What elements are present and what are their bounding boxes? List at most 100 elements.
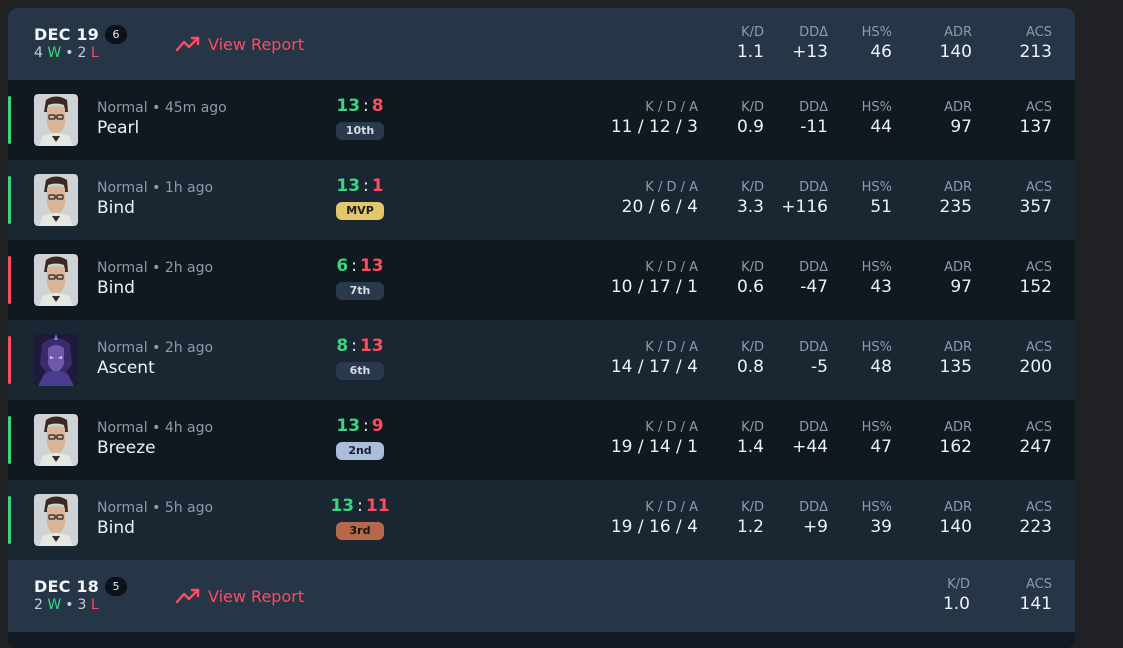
map-name: Bind xyxy=(97,278,135,298)
hs-label: HS% xyxy=(861,100,892,115)
acs-value: 137 xyxy=(1019,117,1052,137)
acs-value: 357 xyxy=(1019,197,1052,217)
adr-label: ADR xyxy=(944,100,972,115)
dd-value: +44 xyxy=(792,437,828,457)
match-row[interactable]: Normal • 5h ago Bind 13:11 3rd K / D / A 19 /… xyxy=(8,480,1075,560)
match-acs: ACS 357 xyxy=(1006,180,1052,218)
day-date: DEC 19 xyxy=(34,25,99,44)
acs-value: 247 xyxy=(1019,437,1052,457)
match-kd: K/D 3.3 xyxy=(720,180,764,218)
score-team: 8 xyxy=(336,336,349,356)
match-adr: ADR 135 xyxy=(926,340,972,378)
acs-label: ACS xyxy=(1026,420,1052,435)
day-date: DEC 18 xyxy=(34,577,99,596)
hs-value: 44 xyxy=(870,117,892,137)
adr-label: ADR xyxy=(944,340,972,355)
match-meta: Normal • 2h ago xyxy=(97,340,214,356)
acs-label: ACS xyxy=(1026,500,1052,515)
match-acs: ACS 223 xyxy=(1006,500,1052,538)
view-report-button[interactable]: View Report xyxy=(176,33,304,55)
agent-avatar xyxy=(34,174,78,226)
map-name: Bind xyxy=(97,518,135,538)
match-score: 13:11 xyxy=(318,496,402,516)
kd-value: 0.9 xyxy=(736,117,764,137)
adr-value: 97 xyxy=(950,117,972,137)
score-separator: : xyxy=(351,336,357,356)
adr-label: ADR xyxy=(944,500,972,515)
score-separator: : xyxy=(351,256,357,276)
losses-letter: L xyxy=(90,597,99,613)
kda-label: K / D / A xyxy=(645,180,698,195)
acs-value: 223 xyxy=(1019,517,1052,537)
result-indicator xyxy=(8,256,11,304)
placement-badge: MVP xyxy=(336,202,384,220)
view-report-button[interactable]: View Report xyxy=(176,585,304,607)
match-kda: K / D / A 14 / 17 / 4 xyxy=(568,340,698,378)
agent-avatar xyxy=(34,94,78,146)
kda-value: 10 / 17 / 1 xyxy=(610,277,698,297)
day-record: 2 W • 3 L xyxy=(34,597,99,613)
adr-label: ADR xyxy=(944,420,972,435)
kda-value: 14 / 17 / 4 xyxy=(610,357,698,377)
acs-value: 152 xyxy=(1019,277,1052,297)
kd-label: K/D xyxy=(741,100,764,115)
day-kd: K/D 1.0 xyxy=(926,577,970,615)
match-hs: HS% 44 xyxy=(848,100,892,138)
kda-label: K / D / A xyxy=(645,420,698,435)
match-hs: HS% 39 xyxy=(848,500,892,538)
dd-value: +13 xyxy=(792,42,828,62)
match-history-panel: DEC 19 6 4 W • 2 L View Report K/D 1.1 DDΔ… xyxy=(8,8,1075,648)
match-kda: K / D / A 19 / 14 / 1 xyxy=(568,420,698,458)
adr-value: 140 xyxy=(939,42,972,62)
result-indicator xyxy=(8,416,11,464)
match-acs: ACS 152 xyxy=(1006,260,1052,298)
match-row[interactable]: Normal • 1h ago Bind 13:1 MVP K / D / A 20 / … xyxy=(8,160,1075,240)
hs-label: HS% xyxy=(861,420,892,435)
score-enemy: 13 xyxy=(359,336,384,356)
kda-label: K / D / A xyxy=(645,100,698,115)
match-meta: Normal • 45m ago xyxy=(97,100,227,116)
acs-label: ACS xyxy=(1026,100,1052,115)
day-hs: HS% 46 xyxy=(848,25,892,63)
match-row[interactable]: Normal • 45m ago Pearl 13:8 10th K / D / A 11… xyxy=(8,80,1075,160)
kda-label: K / D / A xyxy=(645,500,698,515)
day-dd: DDΔ +13 xyxy=(778,25,828,63)
match-kd: K/D 0.6 xyxy=(720,260,764,298)
adr-value: 162 xyxy=(939,437,972,457)
match-row[interactable]: Normal • 2h ago Bind 6:13 7th K / D / A 10 / … xyxy=(8,240,1075,320)
kd-value: 1.0 xyxy=(942,594,970,614)
acs-value: 200 xyxy=(1019,357,1052,377)
dd-value: +9 xyxy=(802,517,828,537)
match-hs: HS% 43 xyxy=(848,260,892,298)
kd-label: K/D xyxy=(947,577,970,592)
wins-letter: W xyxy=(47,597,62,613)
kd-label: K/D xyxy=(741,500,764,515)
kd-value: 0.6 xyxy=(736,277,764,297)
hs-value: 39 xyxy=(870,517,892,537)
score-team: 13 xyxy=(336,176,361,196)
kda-value: 20 / 6 / 4 xyxy=(621,197,698,217)
dd-label: DDΔ xyxy=(799,180,828,195)
match-count-badge: 5 xyxy=(105,577,127,596)
dd-label: DDΔ xyxy=(799,340,828,355)
day-record: 4 W • 2 L xyxy=(34,45,99,61)
match-adr: ADR 140 xyxy=(926,500,972,538)
score-enemy: 8 xyxy=(371,96,384,116)
match-row[interactable]: Normal • 2h ago Ascent 8:13 6th K / D / A 14 … xyxy=(8,320,1075,400)
kd-value: 0.8 xyxy=(736,357,764,377)
placement-badge: 6th xyxy=(336,362,384,380)
match-kda: K / D / A 11 / 12 / 3 xyxy=(568,100,698,138)
match-score: 6:13 xyxy=(318,256,402,276)
match-adr: ADR 162 xyxy=(926,420,972,458)
adr-value: 140 xyxy=(939,517,972,537)
match-hs: HS% 48 xyxy=(848,340,892,378)
wins-count: 4 xyxy=(34,45,43,61)
result-indicator xyxy=(8,96,11,144)
match-kda: K / D / A 10 / 17 / 1 xyxy=(568,260,698,298)
match-adr: ADR 235 xyxy=(926,180,972,218)
day-acs: ACS 141 xyxy=(1006,577,1052,615)
match-kda: K / D / A 19 / 16 / 4 xyxy=(568,500,698,538)
result-indicator xyxy=(8,496,11,544)
dd-label: DDΔ xyxy=(799,100,828,115)
match-row[interactable]: Normal • 4h ago Breeze 13:9 2nd K / D / A 19 … xyxy=(8,400,1075,480)
